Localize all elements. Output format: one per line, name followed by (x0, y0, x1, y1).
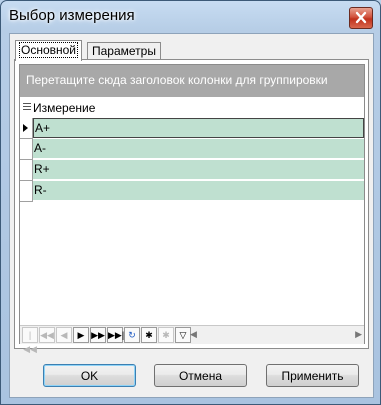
title-bar[interactable]: Выбор измерения (1, 1, 380, 33)
table-row[interactable]: R+ (20, 160, 364, 181)
table-cell[interactable]: A- (33, 139, 364, 159)
post-record-button[interactable]: ✱ (158, 327, 174, 343)
column-chooser-icon[interactable] (23, 103, 31, 113)
ok-button[interactable]: OK (43, 364, 136, 387)
dialog-window: Выбор измерения Основной Параметры связи… (0, 0, 381, 405)
row-indicator[interactable] (20, 181, 33, 202)
next-page-button[interactable]: ▶▶ (90, 327, 106, 343)
scroll-right-icon[interactable]: ▶ (355, 329, 362, 340)
table-row[interactable]: A+ (20, 118, 364, 139)
column-header-dimension[interactable]: Измерение (33, 101, 95, 115)
row-indicator[interactable] (20, 118, 33, 139)
grid-navigator: |◀◀ ◀◀ ◀ ▶ ▶▶ ▶▶| ↻ ✱ ✱ ▽ ◀ ▶ (20, 325, 364, 354)
tab-connection-params[interactable]: Параметры связи (87, 42, 161, 75)
row-indicator[interactable] (20, 139, 33, 160)
group-by-bar[interactable]: Перетащите сюда заголовок колонки для гр… (20, 65, 364, 97)
prev-record-button[interactable]: ◀ (56, 327, 72, 343)
last-record-button[interactable]: ▶▶| (107, 327, 124, 343)
row-indicator[interactable] (20, 160, 33, 181)
filter-button[interactable]: ▽ (175, 327, 191, 343)
first-record-button[interactable]: |◀◀ (22, 327, 38, 354)
prev-page-button[interactable]: ◀◀ (39, 327, 55, 343)
horizontal-scrollbar[interactable]: ◀ ▶ (190, 329, 362, 341)
scroll-left-icon[interactable]: ◀ (190, 329, 197, 340)
tab-main-label: Основной (18, 42, 79, 58)
table-cell[interactable]: R+ (33, 160, 364, 180)
table-cell[interactable]: R- (33, 181, 364, 201)
next-record-button[interactable]: ▶ (73, 327, 89, 343)
apply-button[interactable]: Применить (266, 364, 359, 387)
window-title: Выбор измерения (9, 7, 135, 24)
table-row[interactable]: R- (20, 181, 364, 202)
refresh-button[interactable]: ↻ (124, 327, 140, 343)
arrow-right-icon (23, 124, 28, 132)
close-icon (355, 11, 367, 24)
close-button[interactable] (349, 7, 373, 29)
table-cell[interactable]: A+ (33, 118, 364, 138)
cancel-button[interactable]: Отмена (154, 364, 247, 387)
table-row[interactable]: A- (20, 139, 364, 160)
tab-panel-main: Перетащите сюда заголовок колонки для гр… (14, 59, 369, 354)
insert-record-button[interactable]: ✱ (141, 327, 157, 343)
data-grid: Перетащите сюда заголовок колонки для гр… (19, 64, 365, 354)
column-header-row: Измерение (20, 99, 364, 119)
dialog-client-area: Основной Параметры связи Перетащите сюда… (9, 33, 374, 398)
tab-main[interactable]: Основной (15, 40, 83, 61)
